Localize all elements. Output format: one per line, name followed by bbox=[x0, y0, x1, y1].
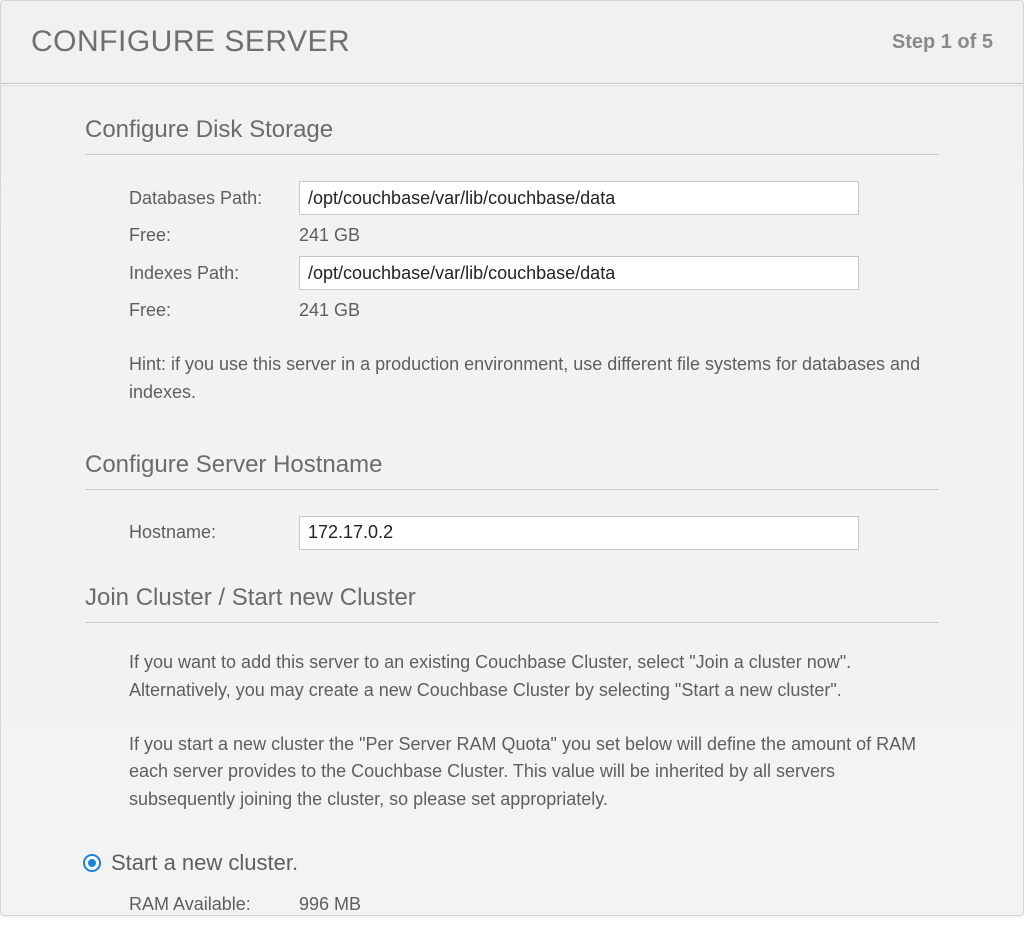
section-cluster: Join Cluster / Start new Cluster If you … bbox=[85, 584, 939, 915]
section-title-cluster: Join Cluster / Start new Cluster bbox=[85, 584, 939, 623]
indexes-path-label: Indexes Path: bbox=[129, 263, 299, 284]
hostname-field-wrap bbox=[299, 516, 939, 550]
dialog-header: CONFIGURE SERVER Step 1 of 5 bbox=[1, 1, 1023, 84]
cluster-para-2: If you start a new cluster the "Per Serv… bbox=[129, 731, 939, 815]
disk-hint-text: Hint: if you use this server in a produc… bbox=[129, 351, 939, 407]
hostname-form: Hostname: bbox=[129, 516, 939, 550]
section-hostname: Configure Server Hostname Hostname: bbox=[85, 451, 939, 550]
ram-available-value: 996 MB bbox=[299, 894, 939, 915]
indexes-path-input[interactable] bbox=[299, 256, 859, 290]
hostname-label: Hostname: bbox=[129, 522, 299, 543]
radio-start-label: Start a new cluster. bbox=[111, 850, 298, 876]
page-title: CONFIGURE SERVER bbox=[31, 25, 350, 59]
disk-form: Databases Path: Free: 241 GB Indexes Pat… bbox=[129, 181, 939, 321]
radio-start-new-cluster[interactable]: Start a new cluster. bbox=[83, 850, 939, 876]
databases-path-input[interactable] bbox=[299, 181, 859, 215]
databases-free-label: Free: bbox=[129, 225, 299, 246]
indexes-path-field-wrap bbox=[299, 256, 939, 290]
databases-path-label: Databases Path: bbox=[129, 188, 299, 209]
ram-available-row: RAM Available: 996 MB bbox=[129, 894, 939, 915]
radio-icon bbox=[83, 854, 101, 872]
section-title-hostname: Configure Server Hostname bbox=[85, 451, 939, 490]
indexes-free-label: Free: bbox=[129, 300, 299, 321]
indexes-free-value: 241 GB bbox=[299, 300, 939, 321]
hostname-input[interactable] bbox=[299, 516, 859, 550]
section-title-disk: Configure Disk Storage bbox=[85, 116, 939, 155]
databases-path-field-wrap bbox=[299, 181, 939, 215]
ram-available-label: RAM Available: bbox=[129, 894, 299, 915]
cluster-para-1: If you want to add this server to an exi… bbox=[129, 649, 939, 705]
configure-server-dialog: CONFIGURE SERVER Step 1 of 5 Configure D… bbox=[0, 0, 1024, 916]
section-disk-storage: Configure Disk Storage Databases Path: F… bbox=[85, 116, 939, 407]
databases-free-value: 241 GB bbox=[299, 225, 939, 246]
step-indicator: Step 1 of 5 bbox=[892, 31, 993, 54]
radio-dot-icon bbox=[88, 859, 96, 867]
dialog-body: Configure Disk Storage Databases Path: F… bbox=[1, 86, 1023, 915]
